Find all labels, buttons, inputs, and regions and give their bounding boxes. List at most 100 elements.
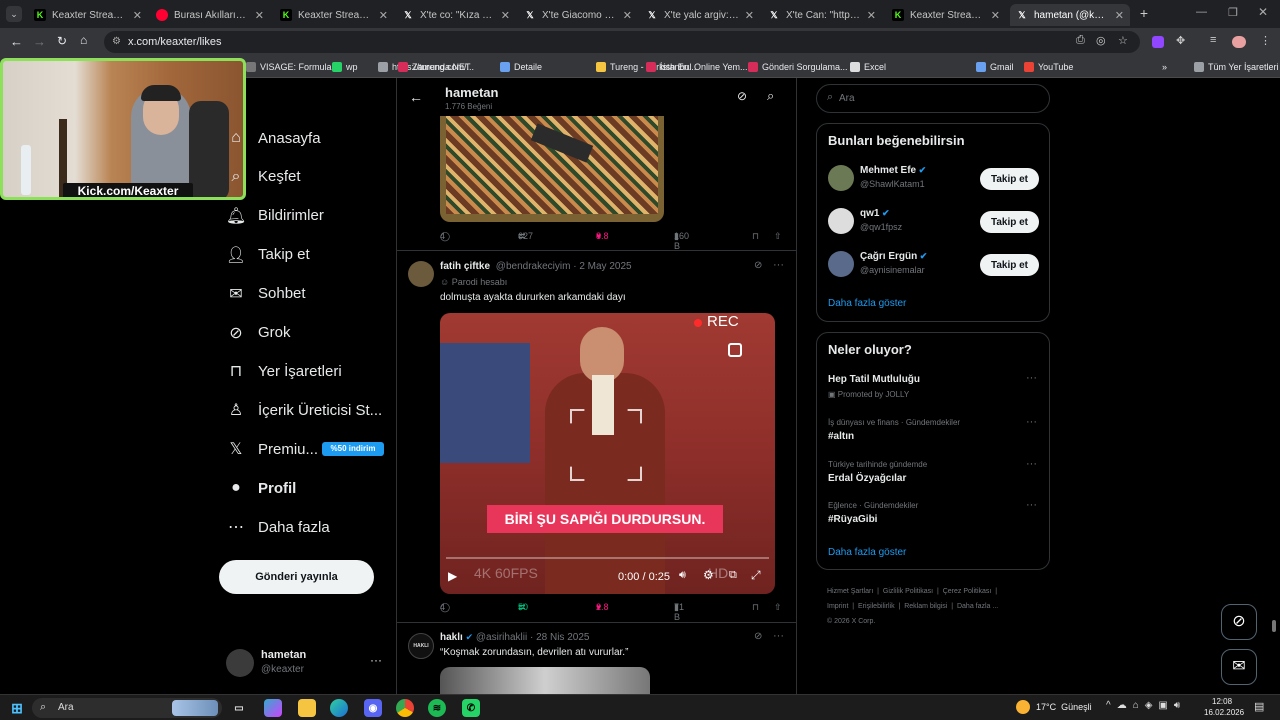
tweet-avatar[interactable] [408, 261, 434, 287]
footer-link[interactable]: Daha fazla ... [957, 603, 998, 610]
trend-more-icon[interactable]: ··· [1026, 372, 1037, 384]
install-icon[interactable]: ⎙ [1076, 34, 1085, 47]
messages-floating-button[interactable]: ✉ [1221, 649, 1257, 685]
media-icon[interactable]: ≡ [1210, 34, 1216, 46]
tray-icons[interactable]: ^☁⌂◈▣🔊︎ [1106, 700, 1186, 711]
suggestion-avatar[interactable] [828, 208, 854, 234]
tweet-3[interactable]: HAKLI haklı ✔ @asirihaklii · 28 Nis 2025… [397, 623, 796, 694]
notification-icon[interactable]: ▤ [1254, 700, 1264, 713]
nav-item-bell[interactable]: 🔔︎ Bildirimler [226, 204, 324, 228]
nav-item-creator[interactable]: ♙ İçerik Üreticisi St... [226, 398, 382, 422]
bookmark-item[interactable]: Gmail [976, 59, 1014, 75]
bookmark-item[interactable]: YouTube [1024, 59, 1073, 75]
profile-avatar-icon[interactable] [1232, 36, 1246, 48]
footer-link[interactable]: Gizlilik Politikası [883, 588, 933, 595]
bookmarks-folder[interactable]: Tüm Yer İşaretleri [1194, 59, 1279, 75]
browser-tab[interactable]: 𝕏 X'te Can: "https://t.co ✕ [762, 4, 882, 26]
page-scrollbar[interactable] [1272, 620, 1276, 632]
browser-tab[interactable]: K Keaxter Stream - Wa ✕ [274, 4, 394, 26]
reload-icon[interactable]: ↻ [57, 34, 67, 48]
tweet-video[interactable]: REC BİRİ ŞU SAPIĞI DURDURSUN. 4K 60FPS H… [440, 313, 775, 594]
star-icon[interactable]: ☆ [1118, 34, 1128, 47]
nav-item-more[interactable]: ⋯ Daha fazla [226, 515, 330, 539]
minimize-button[interactable]: — [1196, 6, 1207, 18]
suggestion-name[interactable]: Çağrı Ergün ✔ [860, 251, 927, 262]
author-name[interactable]: fatih çiftke [440, 261, 490, 272]
nav-item-profile[interactable]: ● Profil [226, 476, 296, 500]
bookmark-item[interactable]: VISAGE: Formula... [246, 59, 339, 75]
bookmarks-overflow-icon[interactable]: » [1162, 59, 1167, 75]
tweet-avatar[interactable]: HAKLI [408, 633, 434, 659]
footer-link[interactable]: Reklam bilgisi [904, 603, 947, 610]
follow-button[interactable]: Takip et [980, 254, 1039, 276]
footer-link[interactable]: Hizmet Şartları [827, 588, 873, 595]
pip-icon[interactable]: ⧉ [729, 569, 737, 582]
browser-tab[interactable]: 𝕏 X'te Giacomo Raspa ✕ [518, 4, 638, 26]
copilot-icon[interactable] [264, 699, 282, 717]
trend-topic[interactable]: #RüyaGibi [828, 514, 877, 525]
close-window-button[interactable]: ✕ [1258, 5, 1268, 19]
tab-close-icon[interactable]: ✕ [623, 9, 632, 22]
search-header-icon[interactable]: ⌕ [767, 88, 774, 104]
account-more-icon[interactable]: ··· [370, 653, 382, 667]
footer-link[interactable]: Çerez Politikası [943, 588, 992, 595]
chrome-icon[interactable] [396, 699, 414, 717]
suggestion-avatar[interactable] [828, 165, 854, 191]
bookmark-action-icon[interactable]: ⊓ [752, 602, 759, 613]
more-icon[interactable]: ··· [773, 630, 784, 642]
bookmark-item[interactable]: Excel [850, 59, 886, 75]
tab-close-icon[interactable]: ✕ [1115, 9, 1124, 22]
weather-label[interactable]: 17°C Güneşli [1036, 702, 1092, 712]
suggestion-name[interactable]: Mehmet Efe ✔ [860, 165, 926, 176]
bookmark-item[interactable]: Detaile [500, 59, 542, 75]
footer-link[interactable]: Imprint [827, 603, 848, 610]
tab-close-icon[interactable]: ✕ [745, 9, 754, 22]
share-action-icon[interactable]: ⇧ [774, 231, 782, 242]
author-handle[interactable]: @bendrakeciyim [496, 261, 571, 272]
more-icon[interactable]: ··· [773, 259, 784, 271]
tweet-1-image[interactable] [440, 116, 664, 222]
play-icon[interactable]: ▶ [448, 569, 457, 583]
menu-icon[interactable]: ⋮ [1260, 34, 1271, 47]
nav-item-grok[interactable]: ⊘ Grok [226, 321, 290, 345]
footer-link[interactable]: Erişilebilirlik [858, 603, 895, 610]
search-box[interactable]: ⌕ Ara [816, 84, 1050, 113]
follow-button[interactable]: Takip et [980, 168, 1039, 190]
spotify-icon[interactable]: ≋ [428, 699, 446, 717]
nav-item-search[interactable]: ⌕ Keşfet [226, 165, 301, 189]
forward-icon[interactable]: → [33, 34, 46, 49]
tweet-date[interactable]: 28 Nis 2025 [536, 632, 589, 643]
puzzle-icon[interactable]: ✥ [1176, 34, 1185, 47]
author-handle[interactable]: @asirihaklii [476, 632, 527, 643]
fullscreen-icon[interactable]: ⤢ [751, 568, 761, 583]
bookmark-item[interactable]: Zamunda.NET [398, 59, 471, 75]
trend-more-icon[interactable]: ··· [1026, 416, 1037, 428]
trend-topic[interactable]: #altın [828, 431, 854, 442]
nav-item-bookmark[interactable]: ⊓ Yer İşaretleri [226, 359, 342, 383]
whatsapp-icon[interactable]: ✆ [462, 699, 480, 717]
home-page-icon[interactable]: ⌂ [80, 33, 87, 47]
file-explorer-icon[interactable] [298, 699, 316, 717]
back-arrow-icon[interactable]: ← [409, 89, 423, 105]
taskbar-search[interactable]: ⌕ Ara [32, 698, 222, 718]
grok-floating-button[interactable]: ⊘ [1221, 604, 1257, 640]
back-icon[interactable]: ← [10, 34, 23, 49]
extension-purple-icon[interactable] [1152, 36, 1164, 48]
browser-tab[interactable]: 𝕏hametan (@keaxter) ✕ [1010, 4, 1130, 26]
tab-search-button[interactable]: ⌄ [6, 6, 22, 22]
tab-close-icon[interactable]: ✕ [991, 9, 1000, 22]
follow-button[interactable]: Takip et [980, 211, 1039, 233]
tab-close-icon[interactable]: ✕ [501, 9, 510, 22]
browser-tab[interactable]: K Keaxter Stream - Wa ✕ [886, 4, 1006, 26]
eye-off-icon[interactable]: ◎ [1096, 34, 1106, 47]
tweet-image[interactable] [440, 667, 650, 694]
trend-topic[interactable]: Hep Tatil Mutluluğu [828, 374, 920, 385]
browser-tab[interactable]: Burası Akıllarına Yattı ✕ [150, 4, 270, 26]
account-switcher[interactable]: hametan @keaxter ··· [222, 645, 386, 681]
grok-icon[interactable]: ⊘ [754, 631, 762, 642]
tab-close-icon[interactable]: ✕ [255, 9, 264, 22]
bookmark-action-icon[interactable]: ⊓ [752, 231, 759, 242]
nav-item-mail[interactable]: ✉ Sohbet [226, 282, 305, 306]
trend-topic[interactable]: Erdal Özyağcılar [828, 473, 906, 484]
windows-start-icon[interactable]: ⊞ [8, 699, 26, 717]
